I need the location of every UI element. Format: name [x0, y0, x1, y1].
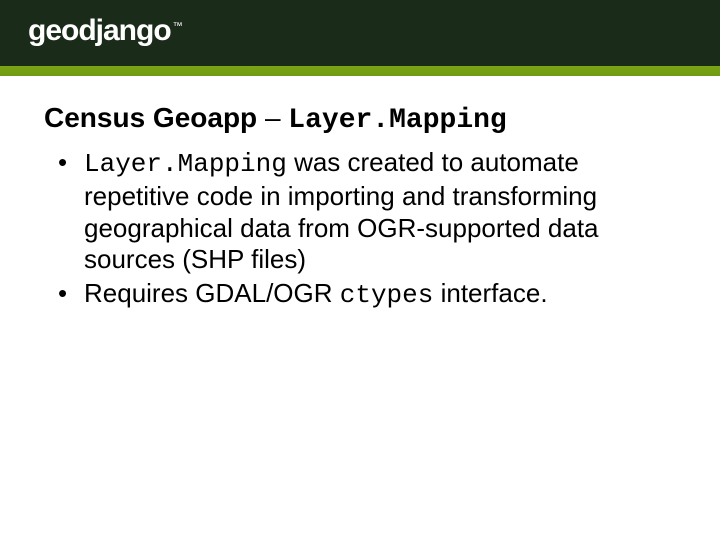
list-item: Layer.Mapping was created to automate re… [58, 147, 676, 276]
title-mono: Layer.Mapping [288, 105, 506, 136]
bullet-text-after: interface. [433, 278, 547, 308]
slide: geodjango™ Census Geoapp – Layer.Mapping… [0, 0, 720, 540]
header-bar: geodjango™ [0, 0, 720, 66]
bullet-text-before: Requires GDAL/OGR [84, 278, 340, 308]
content-area: Census Geoapp – Layer.Mapping Layer.Mapp… [0, 76, 720, 312]
logo-text: geodjango [28, 14, 171, 47]
bullet-mono-lead: Layer.Mapping [84, 149, 287, 179]
logo-trademark: ™ [173, 21, 182, 32]
title-dash: – [265, 102, 288, 133]
logo: geodjango™ [28, 14, 182, 48]
list-item: Requires GDAL/OGR ctypes interface. [58, 278, 676, 312]
slide-title: Census Geoapp – Layer.Mapping [44, 102, 676, 137]
title-prefix: Census Geoapp [44, 102, 265, 133]
accent-bar [0, 66, 720, 76]
bullet-mono: ctypes [340, 280, 434, 310]
bullet-list: Layer.Mapping was created to automate re… [44, 147, 676, 312]
